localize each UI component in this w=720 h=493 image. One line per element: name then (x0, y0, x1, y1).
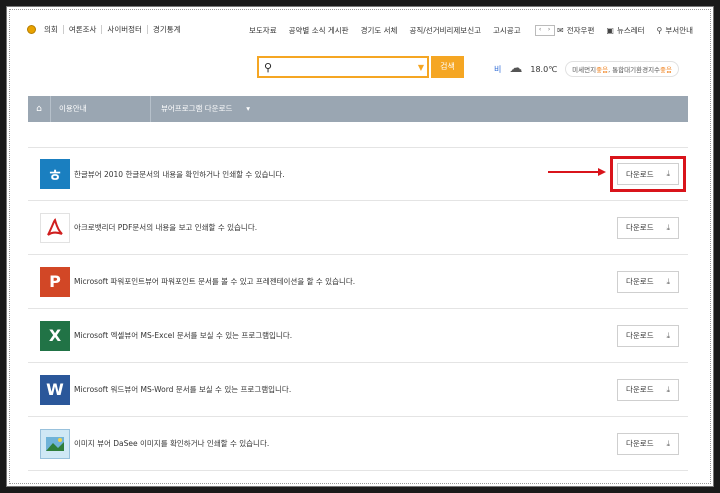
download-label: 다운로드 (626, 277, 654, 286)
link-department[interactable]: ⚲ 부서안내 (645, 25, 693, 36)
dasee-logo-icon (46, 436, 64, 451)
newsletter-icon: ▣ (606, 26, 614, 35)
top-utility-bar: 의회 여론조사 사이버정터 경기통계 보도자료 공약별 소식 게시판 경기도 서… (27, 25, 693, 41)
list-item: 이미지 뷰어 DaSee 이미지를 확인하거나 인쇄할 수 있습니다. 다운로드… (28, 417, 688, 471)
link-pledge-board[interactable]: 공약별 소식 게시판 (283, 26, 355, 35)
person-icon: ⚲ (656, 26, 663, 35)
list-item: W Microsoft 워드뷰어 MS-Word 문서를 보실 수 있는 프로그… (28, 363, 688, 417)
download-label: 다운로드 (626, 169, 654, 179)
download-label: 다운로드 (626, 223, 654, 232)
cloud-icon: ☁ (509, 61, 523, 76)
search-input[interactable] (277, 59, 415, 75)
download-icon: ⤓ (666, 384, 670, 394)
icon-glyph: X (48, 326, 62, 345)
dust-value: 좋음 (596, 66, 609, 74)
breadcrumb-viewer-download[interactable]: 뷰어프로그램 다운로드 ▾ (150, 96, 260, 122)
hangul-viewer-icon: ㅎ (40, 159, 70, 189)
search-icon: ⚲ (263, 60, 273, 74)
download-icon: ⤓ (666, 276, 670, 286)
breadcrumb-viewer-label: 뷰어프로그램 다운로드 (161, 104, 233, 113)
chevron-down-icon[interactable]: ▼ (415, 63, 427, 72)
temperature: 18.0℃ (530, 64, 558, 74)
acrobat-reader-icon (40, 212, 70, 243)
top-mid-links: 보도자료 공약별 소식 게시판 경기도 서체 공직/선거비리제보신고 고시공고 … (243, 25, 555, 36)
list-item: 아크로뱃리더 PDF문서의 내용을 보고 인쇄할 수 있습니다. 다운로드 ⤓ (28, 201, 688, 255)
acrobat-logo-icon (47, 217, 63, 236)
top-left-links: 의회 여론조사 사이버정터 경기통계 (27, 25, 186, 34)
breadcrumb: ⌂ 이용안내 뷰어프로그램 다운로드 ▾ (28, 96, 688, 122)
download-label: 다운로드 (626, 439, 654, 448)
download-label: 다운로드 (626, 331, 654, 340)
item-description: Microsoft 엑셀뷰어 MS-Excel 문서를 보실 수 있는 프로그램… (74, 331, 293, 340)
download-button[interactable]: 다운로드 ⤓ (617, 163, 679, 185)
browser-frame: 의회 여론조사 사이버정터 경기통계 보도자료 공약별 소식 게시판 경기도 서… (6, 6, 714, 487)
dust-mid: , 통합대기환경지수 (608, 66, 661, 74)
download-icon: ⤓ (666, 330, 670, 340)
download-button[interactable]: 다운로드 ⤓ (617, 216, 679, 239)
item-description: Microsoft 워드뷰어 MS-Word 문서를 보실 수 있는 프로그램입… (74, 385, 292, 394)
link-cyber[interactable]: 사이버정터 (102, 25, 148, 34)
department-label: 부서안내 (665, 26, 693, 35)
prev-arrow-icon[interactable]: ‹ (536, 26, 545, 35)
icon-glyph: W (46, 380, 64, 399)
download-icon: ⤓ (666, 222, 670, 232)
weather-widget: 비 ☁ 18.0℃ 미세먼지좋음, 통합대기환경지수좋음 (494, 61, 680, 77)
item-description: 아크로뱃리더 PDF문서의 내용을 보고 인쇄할 수 있습니다. (74, 223, 258, 232)
search-box: ⚲ ▼ (257, 56, 429, 78)
mail-icon: ✉ (557, 26, 564, 35)
dust-value2: 좋음 (660, 66, 673, 74)
gyeonggi-logo-icon (27, 25, 36, 34)
item-description: Microsoft 파워포인트뷰어 파워포인트 문서를 볼 수 있고 프레젠테이… (74, 277, 356, 286)
download-label: 다운로드 (626, 385, 654, 394)
link-press[interactable]: 보도자료 (243, 26, 283, 35)
dasee-viewer-icon (40, 428, 70, 459)
link-survey[interactable]: 여론조사 (64, 25, 103, 34)
viewer-list: ㅎ 한글뷰어 2010 한글문서의 내용을 확인하거나 인쇄할 수 있습니다. … (28, 147, 688, 471)
link-newsletter[interactable]: ▣ 뉴스레터 (594, 25, 644, 36)
list-item: ㅎ 한글뷰어 2010 한글문서의 내용을 확인하거나 인쇄할 수 있습니다. … (28, 147, 688, 201)
download-icon: ⤓ (666, 438, 670, 448)
word-viewer-icon: W (40, 374, 70, 405)
air-quality-badge: 미세먼지좋음, 통합대기환경지수좋음 (565, 61, 680, 77)
annotation-arrow-icon (548, 168, 606, 176)
download-icon: ⤓ (666, 169, 670, 178)
list-item: X Microsoft 엑셀뷰어 MS-Excel 문서를 보실 수 있는 프로… (28, 309, 688, 363)
caret-down-icon: ▾ (246, 104, 250, 113)
top-right-links: ✉ 전자우편 ▣ 뉴스레터 ⚲ 부서안내 (545, 25, 693, 36)
search-button[interactable]: 검색 (431, 56, 464, 78)
download-button[interactable]: 다운로드 ⤓ (617, 432, 679, 455)
link-council[interactable]: 의회 (39, 25, 64, 34)
excel-viewer-icon: X (40, 320, 70, 351)
list-item: P Microsoft 파워포인트뷰어 파워포인트 문서를 볼 수 있고 프레젠… (28, 255, 688, 309)
powerpoint-viewer-icon: P (40, 266, 70, 297)
email-label: 전자우편 (566, 26, 595, 35)
weather-condition: 비 (494, 64, 502, 74)
link-stats[interactable]: 경기통계 (148, 25, 186, 34)
dust-prefix: 미세먼지 (572, 66, 597, 74)
download-button[interactable]: 다운로드 ⤓ (617, 324, 679, 347)
link-email[interactable]: ✉ 전자우편 (545, 25, 594, 36)
icon-glyph: P (49, 272, 61, 291)
icon-glyph: ㅎ (47, 166, 63, 185)
link-font[interactable]: 경기도 서체 (355, 26, 404, 35)
link-notice[interactable]: 고시공고 (487, 26, 527, 35)
link-report[interactable]: 공직/선거비리제보신고 (403, 26, 487, 35)
item-description: 한글뷰어 2010 한글문서의 내용을 확인하거나 인쇄할 수 있습니다. (74, 169, 285, 179)
breadcrumb-usage-guide[interactable]: 이용안내 (50, 96, 150, 122)
newsletter-label: 뉴스레터 (616, 26, 645, 35)
download-button[interactable]: 다운로드 ⤓ (617, 378, 679, 401)
item-description: 이미지 뷰어 DaSee 이미지를 확인하거나 인쇄할 수 있습니다. (74, 439, 270, 448)
download-button[interactable]: 다운로드 ⤓ (617, 270, 679, 293)
home-icon[interactable]: ⌂ (28, 104, 50, 114)
